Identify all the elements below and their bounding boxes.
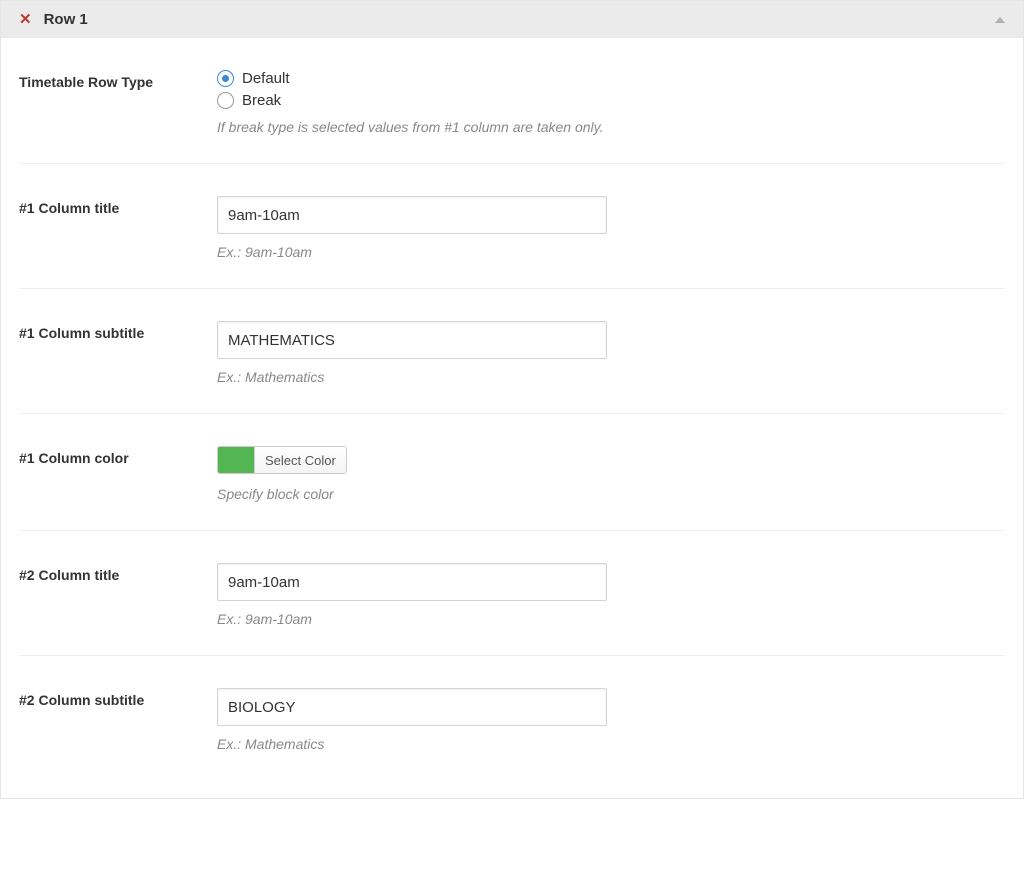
- panel-header: ✕ Row 1: [1, 1, 1023, 38]
- color-swatch: [218, 447, 254, 473]
- radio-icon: [217, 92, 234, 109]
- col1-title-input[interactable]: [217, 196, 607, 234]
- radio-label: Default: [242, 70, 290, 87]
- panel-body: Timetable Row Type Default Break If brea…: [1, 38, 1023, 798]
- collapse-icon[interactable]: [995, 17, 1005, 23]
- radio-icon: [217, 70, 234, 87]
- col2-title-input[interactable]: [217, 563, 607, 601]
- field-col1-title: #1 Column title Ex.: 9am-10am: [19, 164, 1005, 289]
- row-type-label: Timetable Row Type: [19, 70, 217, 135]
- col2-subtitle-helper: Ex.: Mathematics: [217, 736, 1005, 752]
- col1-subtitle-content: Ex.: Mathematics: [217, 321, 1005, 385]
- col1-title-content: Ex.: 9am-10am: [217, 196, 1005, 260]
- col1-title-label: #1 Column title: [19, 196, 217, 260]
- row-type-radio-group: Default Break: [217, 70, 1005, 109]
- col2-title-label: #2 Column title: [19, 563, 217, 627]
- col1-color-label: #1 Column color: [19, 446, 217, 502]
- col2-title-helper: Ex.: 9am-10am: [217, 611, 1005, 627]
- col1-subtitle-label: #1 Column subtitle: [19, 321, 217, 385]
- col1-title-helper: Ex.: 9am-10am: [217, 244, 1005, 260]
- field-col1-color: #1 Column color Select Color Specify blo…: [19, 414, 1005, 531]
- col2-subtitle-content: Ex.: Mathematics: [217, 688, 1005, 752]
- field-col1-subtitle: #1 Column subtitle Ex.: Mathematics: [19, 289, 1005, 414]
- col2-subtitle-label: #2 Column subtitle: [19, 688, 217, 752]
- color-picker-button[interactable]: Select Color: [217, 446, 347, 474]
- col1-color-content: Select Color Specify block color: [217, 446, 1005, 502]
- row-type-content: Default Break If break type is selected …: [217, 70, 1005, 135]
- col2-title-content: Ex.: 9am-10am: [217, 563, 1005, 627]
- col1-subtitle-input[interactable]: [217, 321, 607, 359]
- field-col2-subtitle: #2 Column subtitle Ex.: Mathematics: [19, 656, 1005, 780]
- row-panel: ✕ Row 1 Timetable Row Type Default Break: [0, 0, 1024, 799]
- radio-option-break[interactable]: Break: [217, 92, 1005, 109]
- panel-title: Row 1: [44, 11, 88, 28]
- col2-subtitle-input[interactable]: [217, 688, 607, 726]
- close-icon[interactable]: ✕: [19, 12, 32, 27]
- radio-option-default[interactable]: Default: [217, 70, 1005, 87]
- field-col2-title: #2 Column title Ex.: 9am-10am: [19, 531, 1005, 656]
- color-button-label: Select Color: [254, 447, 346, 473]
- row-type-helper: If break type is selected values from #1…: [217, 119, 1005, 135]
- col1-subtitle-helper: Ex.: Mathematics: [217, 369, 1005, 385]
- col1-color-helper: Specify block color: [217, 486, 1005, 502]
- field-row-type: Timetable Row Type Default Break If brea…: [19, 38, 1005, 164]
- radio-label: Break: [242, 92, 281, 109]
